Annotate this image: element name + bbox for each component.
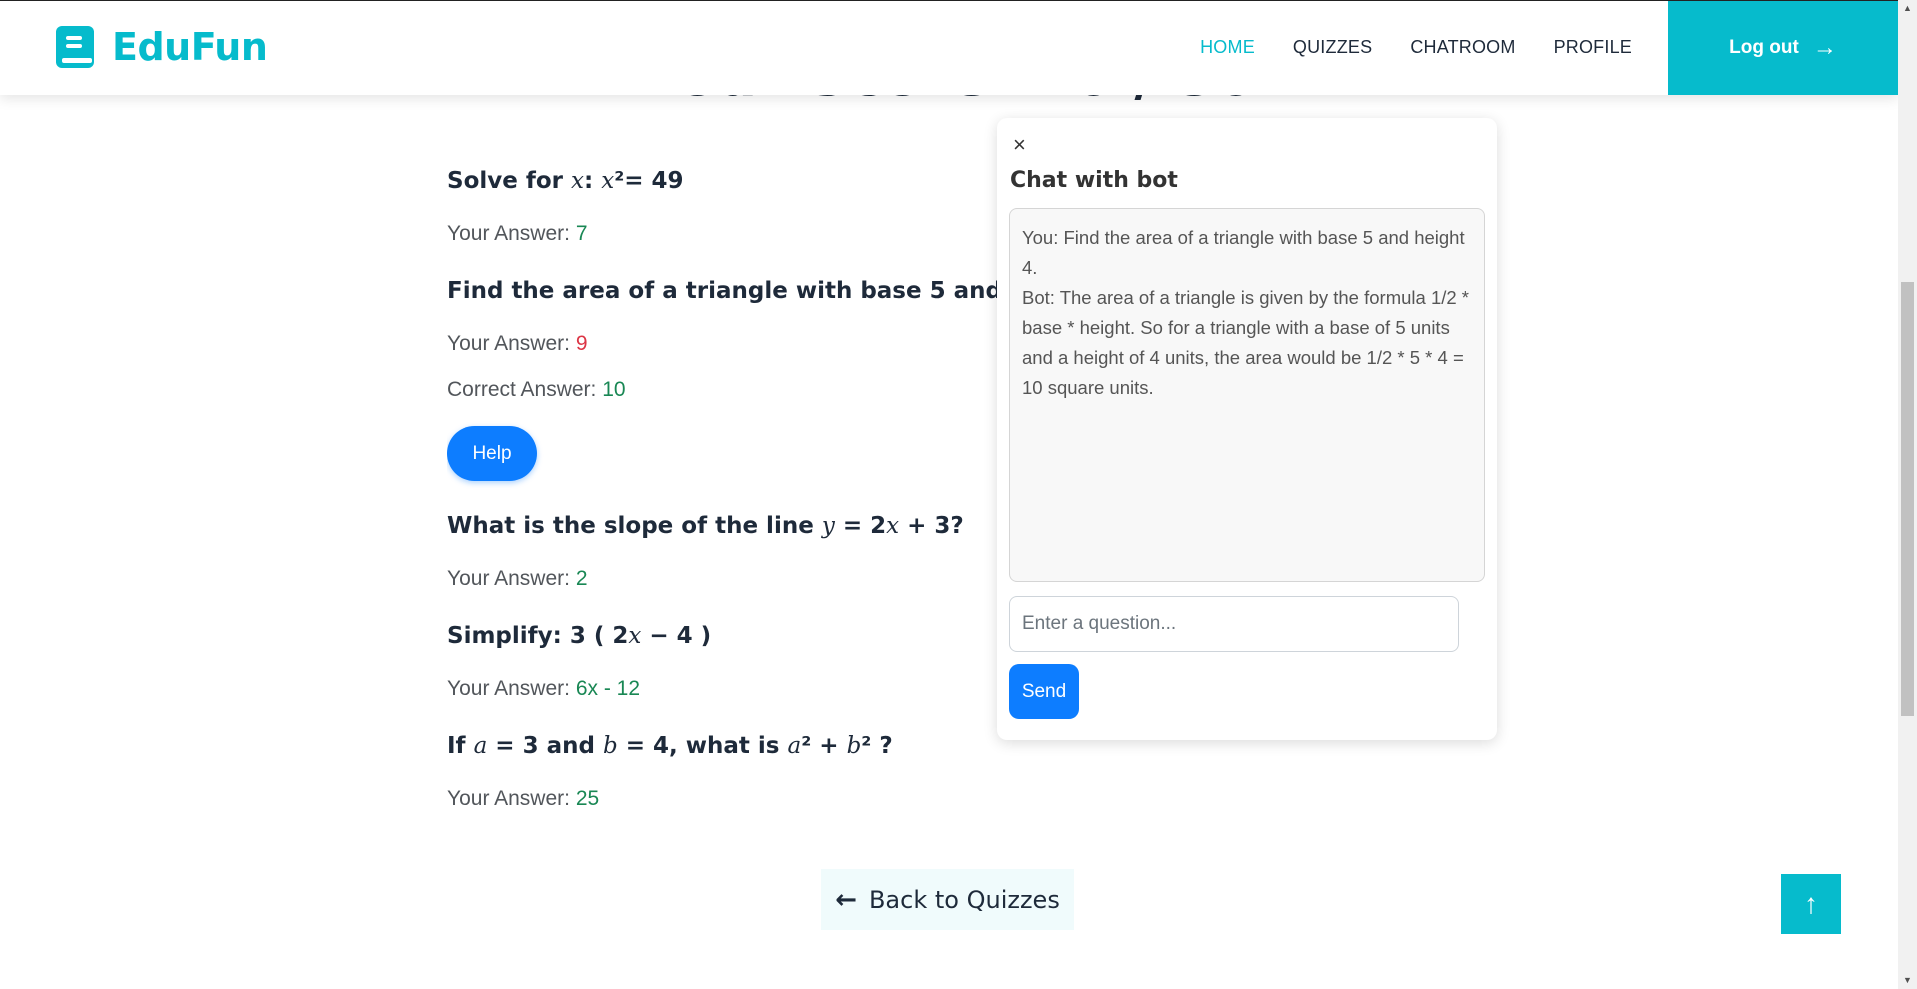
- chat-title: Chat with bot: [1010, 168, 1178, 193]
- chat-message-user: You: Find the area of a triangle with ba…: [1022, 227, 1465, 278]
- nav-links: HOME QUIZZES CHATROOM PROFILE: [1162, 37, 1632, 58]
- nav-link-quizzes[interactable]: QUIZZES: [1293, 37, 1372, 58]
- page-scrollbar[interactable]: ▲ ▼: [1898, 0, 1917, 989]
- answer-value: 25: [575, 787, 600, 810]
- logout-label: Log out: [1729, 37, 1799, 58]
- question-block: Simplify: 3 ( 2x − 4 ) Your Answer: 6x -…: [447, 623, 1007, 701]
- chat-log[interactable]: You: Find the area of a triangle with ba…: [1009, 208, 1485, 582]
- navbar: EduFun HOME QUIZZES CHATROOM PROFILE Log…: [0, 1, 1898, 95]
- correct-answer-value: 10: [602, 378, 626, 401]
- back-label: Back to Quizzes: [868, 885, 1060, 914]
- question-block: If a = 3 and b = 4, what is a² + b² ? Yo…: [447, 733, 1007, 811]
- answer-value-wrong: 9: [575, 332, 588, 355]
- your-answer: Your Answer: 25: [447, 787, 600, 810]
- question-text: Solve for x: x²= 49: [447, 168, 684, 194]
- nav-link-home[interactable]: HOME: [1200, 37, 1255, 58]
- correct-answer: Correct Answer: 10: [447, 378, 626, 401]
- quiz-results: Solve for x: x²= 49 Your Answer: 7 Find …: [447, 168, 1007, 843]
- scrollbar-thumb[interactable]: [1901, 282, 1914, 716]
- question-block: Solve for x: x²= 49 Your Answer: 7: [447, 168, 1007, 246]
- window-top-border: [0, 0, 1917, 1]
- chat-panel: × Chat with bot You: Find the area of a …: [997, 118, 1497, 740]
- your-answer: Your Answer: 9: [447, 332, 588, 355]
- nav-link-chatroom[interactable]: CHATROOM: [1410, 37, 1515, 58]
- question-text: If a = 3 and b = 4, what is a² + b² ?: [447, 733, 893, 759]
- question-block: What is the slope of the line y = 2x + 3…: [447, 513, 1007, 591]
- help-button[interactable]: Help: [447, 426, 537, 481]
- nav-link-profile[interactable]: PROFILE: [1554, 37, 1632, 58]
- answer-value: 7: [575, 222, 588, 245]
- your-answer: Your Answer: 2: [447, 567, 588, 590]
- arrow-left-icon: ←: [835, 884, 857, 915]
- scroll-up-icon[interactable]: ▲: [1903, 3, 1912, 13]
- question-text: Simplify: 3 ( 2x − 4 ): [447, 623, 712, 649]
- scroll-down-icon[interactable]: ▼: [1903, 975, 1912, 985]
- chat-question-input[interactable]: [1009, 596, 1459, 652]
- arrow-up-icon: ↑: [1804, 888, 1818, 919]
- close-icon[interactable]: ×: [1013, 132, 1026, 158]
- back-to-quizzes-button[interactable]: ← Back to Quizzes: [821, 869, 1074, 930]
- your-answer: Your Answer: 7: [447, 222, 588, 245]
- answer-value: 2: [575, 567, 588, 590]
- logout-button[interactable]: Log out →: [1668, 1, 1898, 95]
- your-answer: Your Answer: 6x - 12: [447, 677, 641, 700]
- chat-message-bot: Bot: The area of a triangle is given by …: [1022, 287, 1469, 398]
- arrow-right-icon: →: [1812, 34, 1837, 61]
- question-text: What is the slope of the line y = 2x + 3…: [447, 513, 964, 539]
- book-icon: [56, 26, 94, 68]
- brand-logo[interactable]: EduFun: [56, 25, 268, 69]
- back-to-top-button[interactable]: ↑: [1781, 874, 1841, 934]
- send-button[interactable]: Send: [1009, 664, 1079, 719]
- answer-value: 6x - 12: [575, 677, 641, 700]
- question-block: Find the area of a triangle with base 5 …: [447, 278, 1007, 481]
- brand-name: EduFun: [112, 25, 268, 69]
- question-text: Find the area of a triangle with base 5 …: [447, 278, 1007, 304]
